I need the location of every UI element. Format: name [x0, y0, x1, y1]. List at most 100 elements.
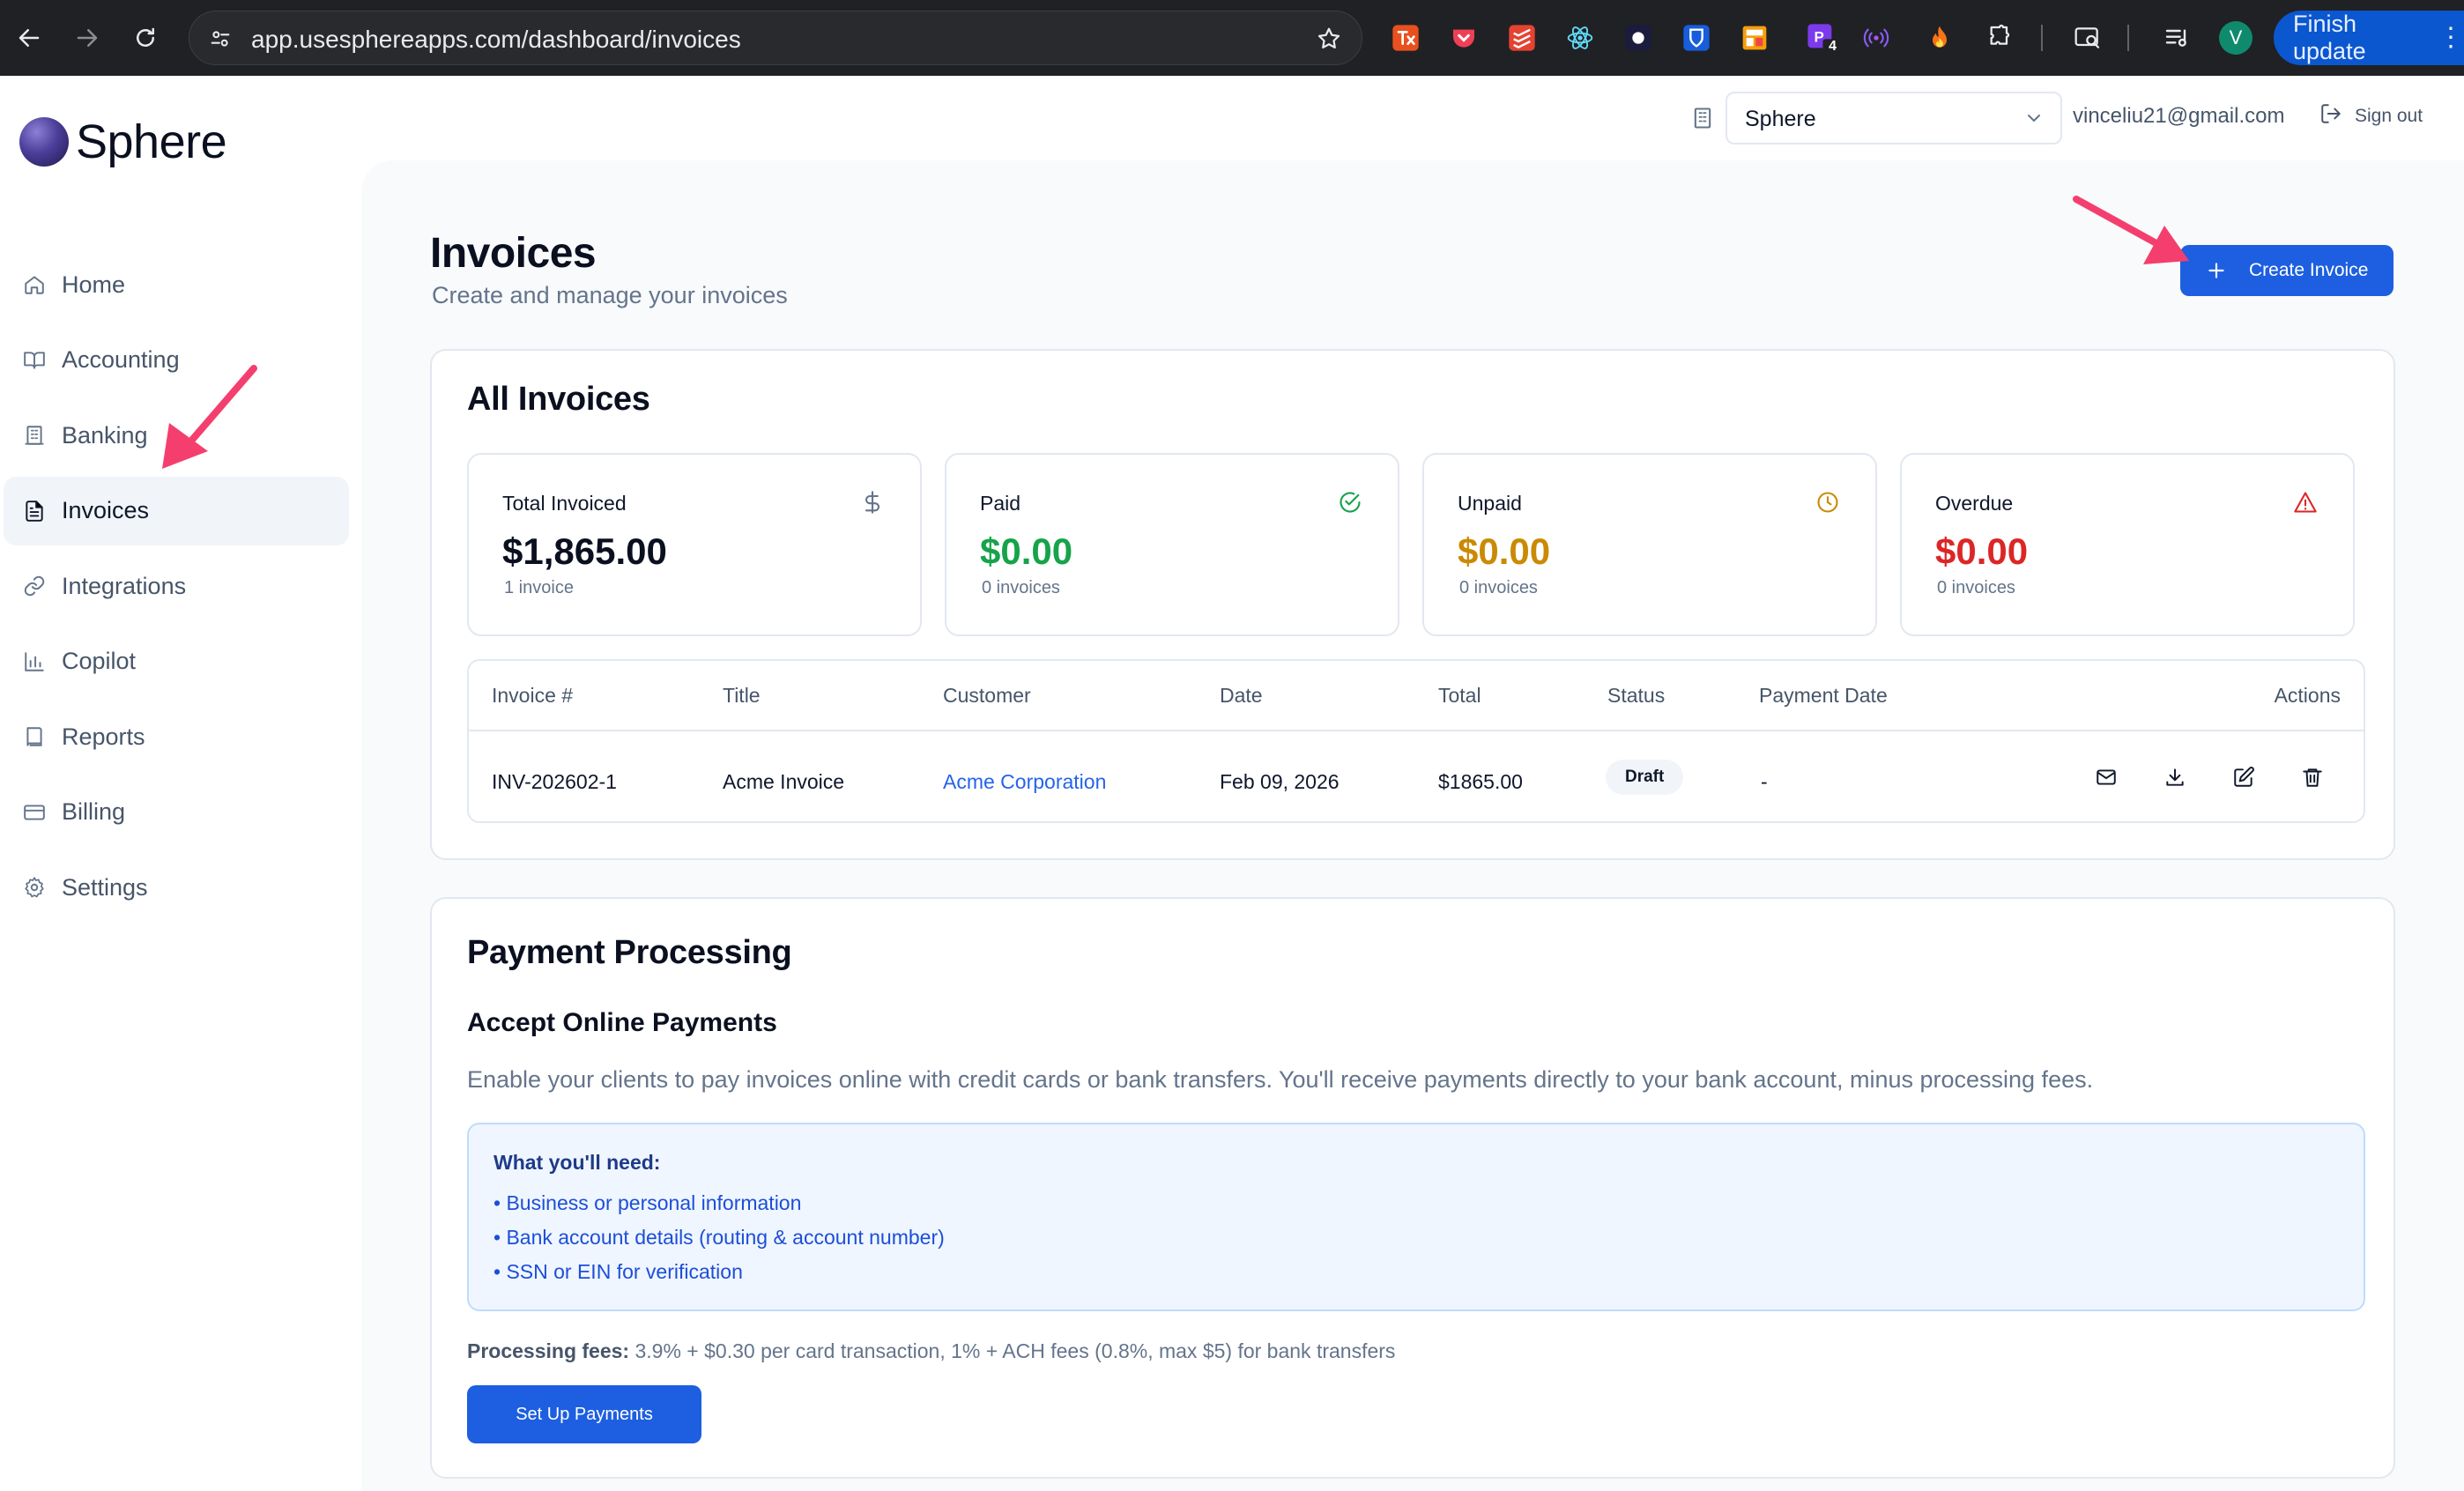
- annotation-arrow-icon: [162, 365, 257, 469]
- column-header: Actions: [2274, 684, 2341, 707]
- column-header[interactable]: Total: [1438, 684, 1481, 708]
- extension-bitwarden-icon[interactable]: [1680, 21, 1713, 55]
- extension-dark-circle-icon[interactable]: [1622, 21, 1655, 55]
- column-header[interactable]: Title: [723, 684, 761, 708]
- sidebar-item-billing[interactable]: Billing: [4, 778, 349, 847]
- extensions-puzzle-icon[interactable]: [1983, 21, 2016, 55]
- tab-search-icon[interactable]: [2071, 21, 2104, 55]
- extension-layout-icon[interactable]: [1738, 21, 1771, 55]
- plus-icon: [2205, 259, 2228, 282]
- set-up-payments-button[interactable]: Set Up Payments: [467, 1385, 701, 1443]
- arrow-left-icon: [19, 29, 40, 47]
- invoices-table: Invoice # Title Customer Date Total Stat…: [467, 659, 2365, 823]
- reload-button[interactable]: [127, 19, 164, 56]
- stat-subtext: 0 invoices: [982, 578, 1060, 597]
- trash-icon: [2303, 768, 2322, 787]
- organization-select-value: Sphere: [1745, 107, 1816, 131]
- user-email: vinceliu21@gmail.com: [2073, 104, 2285, 128]
- bookmark-star-icon[interactable]: [1312, 22, 1346, 56]
- extension-broadcast-icon[interactable]: [1859, 21, 1893, 55]
- notebook-icon: [21, 723, 48, 750]
- dollar-icon: [860, 490, 887, 516]
- finish-update-button[interactable]: Finish update ⋮: [2274, 11, 2464, 65]
- toolbar-divider: [2041, 25, 2043, 51]
- requirements-list: • Business or personal information • Ban…: [494, 1186, 945, 1289]
- toolbar-divider: [2127, 25, 2129, 51]
- sidebar-item-integrations[interactable]: Integrations: [4, 552, 349, 620]
- logo[interactable]: Sphere: [19, 115, 227, 169]
- file-text-icon: [21, 498, 48, 524]
- stat-card-total-invoiced: Total Invoiced $1,865.00 1 invoice: [467, 453, 922, 636]
- create-invoice-label: Create Invoice: [2249, 260, 2369, 280]
- reload-icon: [137, 27, 154, 47]
- requirements-box: What you'll need: • Business or personal…: [467, 1123, 2365, 1311]
- browser-toolbar: app.usesphereapps.com/dashboard/invoices…: [0, 0, 2464, 76]
- site-settings-icon[interactable]: [204, 22, 237, 56]
- accept-online-payments-heading: Accept Online Payments: [467, 1008, 777, 1037]
- sidebar-item-reports[interactable]: Reports: [4, 702, 349, 771]
- clock-icon: [1815, 490, 1842, 516]
- requirements-title: What you'll need:: [494, 1151, 661, 1174]
- credit-card-icon: [21, 799, 48, 826]
- delete-button[interactable]: [2298, 763, 2327, 791]
- processing-fees-detail: 3.9% + $0.30 per card transaction, 1% + …: [629, 1339, 1396, 1362]
- create-invoice-button[interactable]: Create Invoice: [2180, 245, 2393, 296]
- home-icon: [21, 271, 48, 298]
- svg-text:P: P: [1815, 28, 1824, 45]
- sidebar-item-settings[interactable]: Settings: [4, 853, 349, 922]
- profile-avatar[interactable]: V: [2219, 21, 2252, 55]
- extension-todoist-icon[interactable]: [1505, 21, 1539, 55]
- extension-translate-icon[interactable]: [1389, 21, 1422, 55]
- list-item: • SSN or EIN for verification: [494, 1260, 743, 1283]
- edit-icon: [2234, 767, 2254, 787]
- column-header[interactable]: Invoice #: [492, 684, 573, 708]
- extension-flame-icon[interactable]: [1923, 21, 1956, 55]
- extension-badge: 4: [1829, 39, 1837, 54]
- gear-icon: [21, 874, 48, 901]
- organization-select[interactable]: Sphere: [1726, 92, 2062, 145]
- forward-button[interactable]: [69, 19, 106, 56]
- address-bar[interactable]: app.usesphereapps.com/dashboard/invoices: [189, 11, 1362, 65]
- send-email-button[interactable]: [2092, 763, 2120, 791]
- sidebar-item-invoices[interactable]: Invoices: [4, 476, 349, 545]
- column-header[interactable]: Customer: [943, 684, 1031, 708]
- extension-p-icon[interactable]: P 4: [1805, 21, 1838, 55]
- extension-pocket-icon[interactable]: [1447, 21, 1481, 55]
- sign-out-label: Sign out: [2355, 105, 2423, 126]
- stat-subtext: 0 invoices: [1459, 578, 1538, 597]
- sidebar-item-home[interactable]: Home: [4, 250, 349, 319]
- download-button[interactable]: [2161, 763, 2189, 791]
- sign-out-button[interactable]: Sign out: [2319, 102, 2423, 130]
- customer-link[interactable]: Acme Corporation: [943, 770, 1106, 794]
- column-header[interactable]: Payment Date: [1759, 684, 1888, 708]
- invoice-number: INV-202602-1: [492, 770, 617, 793]
- column-header[interactable]: Status: [1607, 684, 1665, 708]
- sphere-logo-icon: [19, 117, 69, 167]
- sidebar-item-label: Invoices: [62, 497, 150, 523]
- status-badge: Draft: [1606, 760, 1684, 795]
- stat-label: Total Invoiced: [502, 492, 627, 515]
- sidebar-item-label: Copilot: [62, 648, 137, 674]
- back-button[interactable]: [11, 19, 48, 56]
- sidebar-item-copilot[interactable]: Copilot: [4, 627, 349, 696]
- url-text: app.usesphereapps.com/dashboard/invoices: [251, 26, 741, 53]
- logo-text: Sphere: [76, 115, 227, 168]
- bank-icon: [21, 422, 48, 449]
- stat-value: $0.00: [980, 530, 1073, 572]
- all-invoices-title: All Invoices: [467, 381, 650, 418]
- mail-icon: [2097, 769, 2116, 785]
- check-circle-icon: [1338, 490, 1364, 516]
- payment-processing-title: Payment Processing: [467, 934, 792, 971]
- alert-triangle-icon: [2293, 490, 2319, 516]
- more-vert-icon[interactable]: ⋮: [2438, 25, 2464, 51]
- edit-button[interactable]: [2230, 763, 2258, 791]
- list-item: • Bank account details (routing & accoun…: [494, 1226, 945, 1249]
- column-header[interactable]: Date: [1220, 684, 1263, 708]
- extension-react-icon[interactable]: [1563, 21, 1597, 55]
- sidebar-nav: Home Accounting Banking Invoices Integra…: [4, 250, 349, 929]
- media-controls-icon[interactable]: [2161, 21, 2194, 55]
- payment-description: Enable your clients to pay invoices onli…: [467, 1066, 2094, 1093]
- log-out-icon: [2319, 102, 2342, 130]
- arrow-right-icon: [77, 29, 98, 47]
- invoice-total: $1865.00: [1438, 770, 1523, 793]
